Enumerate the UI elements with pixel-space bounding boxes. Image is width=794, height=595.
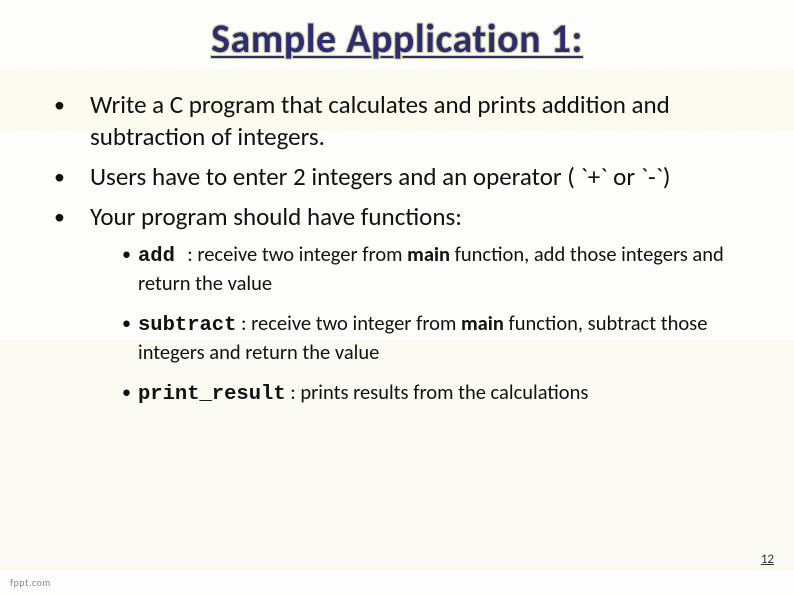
page-number: 12 — [761, 552, 774, 567]
main-bullet-list: • Write a C program that calculates and … — [44, 89, 750, 233]
slide-content: Sample Application 1: • Write a C progra… — [0, 0, 794, 595]
bullet-item: • Your program should have functions: — [54, 201, 750, 233]
bullet-item: • Write a C program that calculates and … — [54, 89, 750, 153]
bullet-dot: • — [54, 201, 82, 233]
sub-bullet-item: • add : receive two integer from main fu… — [122, 241, 750, 296]
bullet-text: Your program should have functions: — [82, 201, 462, 233]
bullet-dot: • — [54, 89, 82, 153]
sub-bullet-text: print_result : prints results from the c… — [138, 379, 588, 408]
bullet-dot: • — [122, 310, 138, 365]
bullet-dot: • — [54, 161, 82, 193]
bullet-item: • Users have to enter 2 integers and an … — [54, 161, 750, 193]
bullet-text: Write a C program that calculates and pr… — [82, 89, 750, 153]
sub-bullet-item: • subtract : receive two integer from ma… — [122, 310, 750, 365]
bullet-text: Users have to enter 2 integers and an op… — [82, 161, 671, 193]
code-name: subtract — [138, 314, 236, 337]
code-name: print_result — [138, 383, 286, 406]
slide-title: Sample Application 1: — [44, 14, 750, 63]
bullet-dot: • — [122, 241, 138, 296]
sub-bullet-list: • add : receive two integer from main fu… — [44, 241, 750, 408]
sub-bullet-text: add : receive two integer from main func… — [138, 241, 750, 296]
sub-bullet-item: • print_result : prints results from the… — [122, 379, 750, 408]
code-name: add — [138, 245, 187, 268]
sub-bullet-text: subtract : receive two integer from main… — [138, 310, 750, 365]
footer-brand: fppt.com — [10, 576, 51, 589]
bullet-dot: • — [122, 379, 138, 408]
